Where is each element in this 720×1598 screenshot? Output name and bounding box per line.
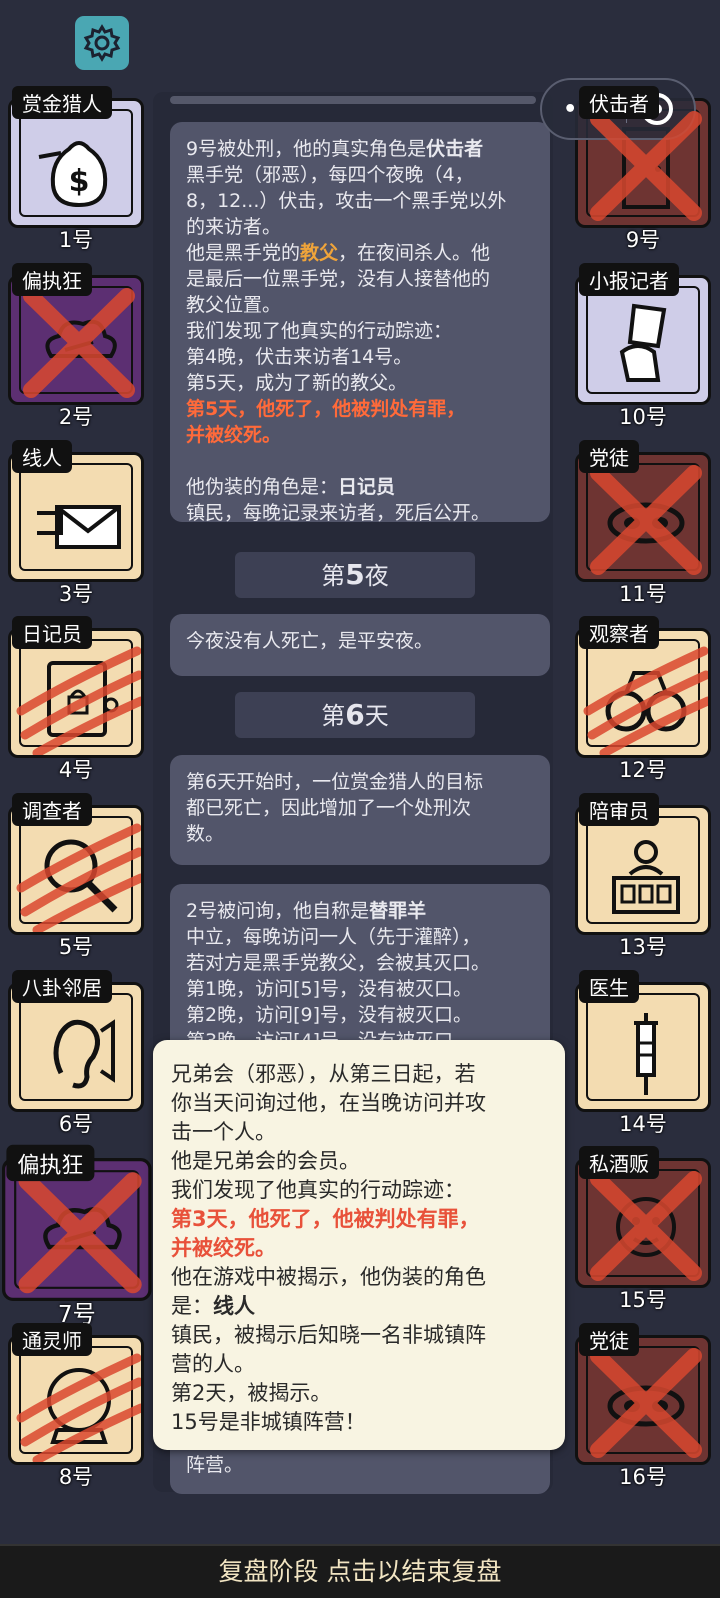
money-bag-icon: $ [38,141,108,208]
player-card-13号[interactable]: 陪审员 13号 [575,793,711,959]
gear-icon [83,24,121,62]
svg-text:$: $ [69,164,90,199]
end-review-button[interactable]: 复盘阶段 点击以结束复盘 [0,1544,720,1598]
role-tag: 私酒贩 [579,1146,659,1179]
player-card-15号[interactable]: 私酒贩 15号 [575,1146,711,1312]
role-tag: 观察者 [579,616,659,649]
role-tag: 调查者 [12,793,92,826]
player-number: 1号 [58,228,94,252]
role-tag: 八卦邻居 [12,970,112,1003]
log-message-bounty: 第6天开始时，一位赏金猎人的目标 都已死亡，因此增加了一个处刑次 数。 [170,755,550,865]
executed-x-mark-icon [23,288,135,398]
player-card-4号[interactable]: 日记员 4号 [8,616,144,782]
player-number: 16号 [619,1465,667,1489]
player-number: 9号 [625,228,661,252]
role-tag: 伏击者 [579,86,659,119]
executed-x-mark-icon [590,1348,702,1458]
player-number: 12号 [619,758,667,782]
envelope-icon [37,505,121,549]
role-tag: 小报记者 [579,263,679,296]
player-number: 4号 [58,758,94,782]
executed-x-mark-icon [590,111,702,221]
player-card-8号[interactable]: 通灵师 8号 [8,1323,144,1489]
role-tag: 陪审员 [579,793,659,826]
role-tag: 偏执狂 [6,1144,95,1182]
newspaper-icon [619,303,667,382]
claw-slash-icon [16,646,141,755]
player-card-12号[interactable]: 观察者 12号 [575,616,711,782]
player-number: 6号 [58,1112,94,1136]
role-tag: 日记员 [12,616,92,649]
claw-slash-icon [583,646,708,755]
role-tag: 通灵师 [12,1323,92,1356]
player-card-6号[interactable]: 八卦邻居 6号 [8,970,144,1136]
player-number: 5号 [58,935,94,959]
player-number: 3号 [58,582,94,606]
executed-x-mark-icon [590,1171,702,1281]
role-tag: 赏金猎人 [12,86,112,119]
executed-x-mark-icon [590,465,702,575]
log-message-execution: 9号被处刑，他的真实角色是伏击者 黑手党（邪恶），每四个夜晚（4， 8，12..… [170,122,550,524]
role-tag: 党徒 [579,1323,639,1356]
log-scroll-edge [170,96,536,104]
ear-icon [53,1019,115,1089]
claw-slash-icon [16,1353,141,1462]
phase-header-day-6: 第6天 [235,692,475,738]
role-tag: 党徒 [579,440,639,473]
player-number: 8号 [58,1465,94,1489]
role-tag: 线人 [12,440,72,473]
player-number: 14号 [619,1112,667,1136]
player-card-2号[interactable]: 偏执狂 2号 [8,263,144,429]
role-detail-popup[interactable]: 兄弟会（邪恶），从第三日起，若 你当天问询过他，在当晚访问并攻 击一个人。 他是… [153,1040,565,1450]
syringe-icon [634,1013,658,1095]
player-card-14号[interactable]: 医生 14号 [575,970,711,1136]
player-number: 10号 [619,405,667,429]
jury-icon [612,840,680,914]
role-tag: 医生 [579,970,639,1003]
player-card-16号[interactable]: 党徒 16号 [575,1323,711,1489]
settings-button[interactable] [75,16,129,70]
player-number: 13号 [619,935,667,959]
role-tag: 偏执狂 [12,263,92,296]
player-card-10号[interactable]: 小报记者 10号 [575,263,711,429]
player-number: 11号 [619,582,667,606]
player-number: 2号 [58,405,94,429]
player-card-3号[interactable]: 线人 3号 [8,440,144,606]
phase-header-night-5: 第5夜 [235,552,475,598]
player-card-7号[interactable]: 偏执狂 7号 [2,1144,152,1327]
player-card-5号[interactable]: 调查者 5号 [8,793,144,959]
executed-x-mark-icon [18,1172,142,1294]
player-card-9号[interactable]: 伏击者 9号 [575,86,711,252]
player-card-1号[interactable]: $ 赏金猎人 1号 [8,86,144,252]
claw-slash-icon [16,823,141,932]
log-message-peaceful-night: 今夜没有人死亡，是平安夜。 [170,614,550,676]
player-card-11号[interactable]: 党徒 11号 [575,440,711,606]
player-number: 15号 [619,1288,667,1312]
